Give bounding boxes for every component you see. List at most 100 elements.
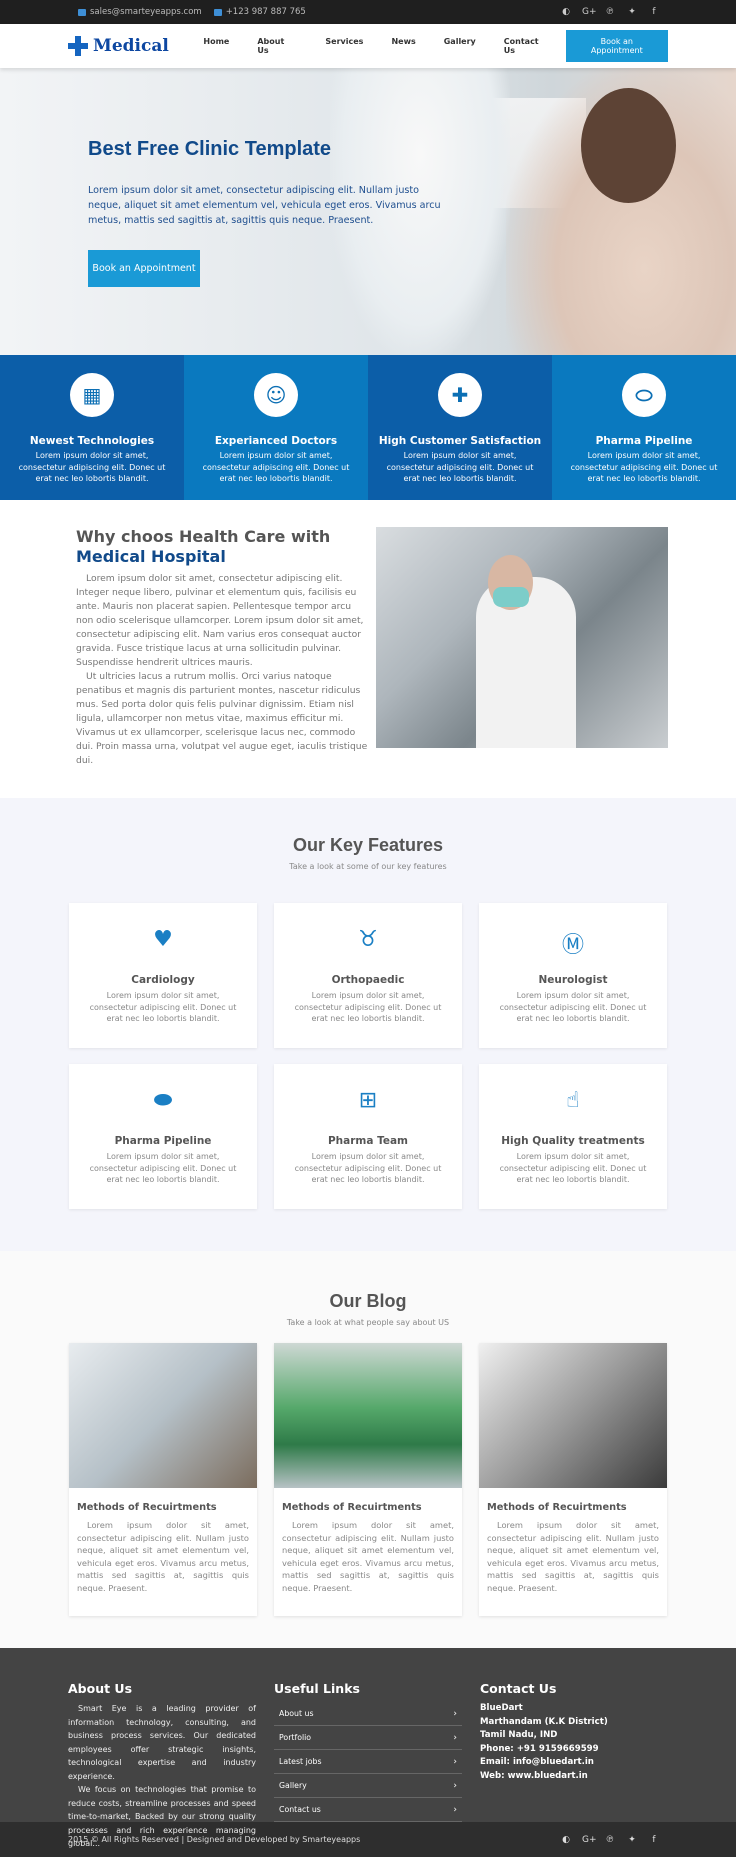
contact-phone[interactable]: Phone: +91 9159669599 xyxy=(480,1743,668,1757)
top-social-links: ◐ G+ ℗ ✦ f xyxy=(560,7,668,17)
strip-item-title: Pharma Pipeline xyxy=(595,435,693,447)
github-icon[interactable]: ◐ xyxy=(560,1835,572,1845)
ribbon-icon: ♉ xyxy=(358,927,378,952)
feature-card-high-quality: ☝ High Quality treatments Lorem ipsum do… xyxy=(479,1064,667,1209)
twitter-icon[interactable]: ✦ xyxy=(626,1835,638,1845)
blog-post-text: Lorem ipsum dolor sit amet, consectetur … xyxy=(282,1520,454,1593)
feature-card-text: Lorem ipsum dolor sit amet, consectetur … xyxy=(89,991,237,1023)
blog-post-title[interactable]: Methods of Recuirtments xyxy=(69,1488,257,1519)
brain-icon: Ⓜ xyxy=(561,933,584,958)
chevron-right-icon: › xyxy=(453,1756,457,1767)
nav-item-contact-us[interactable]: Contact Us xyxy=(490,37,566,55)
heartbeat-icon: ♥ xyxy=(153,927,173,952)
facebook-icon[interactable]: f xyxy=(648,7,660,17)
blog-post-text: Lorem ipsum dolor sit amet, consectetur … xyxy=(77,1520,249,1593)
phone-icon xyxy=(213,8,222,16)
github-icon[interactable]: ◐ xyxy=(560,7,572,17)
book-appointment-nav-button[interactable]: Book an Appointment xyxy=(565,30,668,62)
strip-item-text: Lorem ipsum dolor sit amet, consectetur … xyxy=(386,451,534,483)
feature-card-text: Lorem ipsum dolor sit amet, consectetur … xyxy=(294,1152,442,1184)
blog-post-image xyxy=(479,1343,667,1488)
footer-link-about-us[interactable]: About us › xyxy=(274,1702,462,1726)
hero-book-appointment-button[interactable]: Book an Appointment xyxy=(88,250,200,287)
contact-company: BlueDart xyxy=(480,1703,523,1713)
why-paragraph: Ut ultricies lacus a rutrum mollis. Orci… xyxy=(76,671,368,766)
feature-card-title: Pharma Pipeline xyxy=(114,1135,212,1147)
feature-card-text: Lorem ipsum dolor sit amet, consectetur … xyxy=(294,991,442,1023)
contact-region: Tamil Nadu, IND xyxy=(480,1730,558,1740)
strip-item-newest-technologies: ▦ Newest Technologies Lorem ipsum dolor … xyxy=(0,355,184,500)
footer-link-gallery[interactable]: Gallery › xyxy=(274,1774,462,1798)
why-choose-section: Why choos Health Care with Medical Hospi… xyxy=(0,500,736,798)
hero-title: Best Free Clinic Template xyxy=(88,138,332,160)
site-logo[interactable]: Medical xyxy=(68,36,187,56)
nav-item-home[interactable]: Home xyxy=(189,37,243,55)
hospital-icon: ▦ xyxy=(70,373,114,417)
blog-post[interactable]: Methods of Recuirtments Lorem ipsum dolo… xyxy=(274,1343,462,1616)
chevron-right-icon: › xyxy=(453,1732,457,1743)
pills-icon: ⬭ xyxy=(622,373,666,417)
google-plus-icon[interactable]: G+ xyxy=(582,7,597,17)
footer-heading: Useful Links xyxy=(274,1681,360,1696)
blog-post-image xyxy=(69,1343,257,1488)
pills-icon: ⬬ xyxy=(153,1088,173,1113)
blog-post-title[interactable]: Methods of Recuirtments xyxy=(274,1488,462,1519)
feature-card-title: Cardiology xyxy=(131,974,195,986)
blog-post[interactable]: Methods of Recuirtments Lorem ipsum dolo… xyxy=(69,1343,257,1616)
nav-menu: Home About Us Services News Gallery Cont… xyxy=(189,37,565,55)
feature-card-text: Lorem ipsum dolor sit amet, consectetur … xyxy=(499,1152,647,1184)
twitter-icon[interactable]: ✦ xyxy=(626,7,638,17)
blog-post-image xyxy=(274,1343,462,1488)
pinterest-icon[interactable]: ℗ xyxy=(604,1835,616,1845)
contact-email[interactable]: Email: info@bluedart.in xyxy=(480,1756,668,1770)
lab-doctor-image xyxy=(376,527,668,748)
blog-section: Our Blog Take a look at what people say … xyxy=(0,1251,736,1648)
main-navigation: Medical Home About Us Services News Gall… xyxy=(0,24,736,68)
feature-card-neurologist: Ⓜ Neurologist Lorem ipsum dolor sit amet… xyxy=(479,903,667,1048)
footer-link-portfolio[interactable]: Portfolio › xyxy=(274,1726,462,1750)
strip-item-title: High Customer Satisfaction xyxy=(378,435,542,447)
nav-item-about-us[interactable]: About Us xyxy=(243,37,311,55)
footer-about-text: Smart Eye is a leading provider of infor… xyxy=(68,1704,256,1781)
medkit-icon: ✚ xyxy=(438,373,482,417)
nav-item-gallery[interactable]: Gallery xyxy=(430,37,490,55)
thumbs-up-icon: ☝ xyxy=(566,1088,580,1113)
hero-description: Lorem ipsum dolor sit amet, consectetur … xyxy=(88,185,441,226)
nav-item-news[interactable]: News xyxy=(377,37,429,55)
doctor-icon: ☺ xyxy=(254,373,298,417)
feature-card-cardiology: ♥ Cardiology Lorem ipsum dolor sit amet,… xyxy=(69,903,257,1048)
feature-card-text: Lorem ipsum dolor sit amet, consectetur … xyxy=(499,991,647,1023)
feature-card-pharma-team: ⊞ Pharma Team Lorem ipsum dolor sit amet… xyxy=(274,1064,462,1209)
feature-card-text: Lorem ipsum dolor sit amet, consectetur … xyxy=(89,1152,237,1184)
nav-item-services[interactable]: Services xyxy=(311,37,377,55)
chevron-right-icon: › xyxy=(453,1780,457,1791)
footer-heading: About Us xyxy=(68,1681,133,1696)
footer: About Us Smart Eye is a leading provider… xyxy=(0,1648,736,1848)
strip-item-text: Lorem ipsum dolor sit amet, consectetur … xyxy=(570,451,718,483)
email-contact[interactable]: sales@smarteyeapps.com xyxy=(78,7,202,17)
chevron-right-icon: › xyxy=(453,1708,457,1719)
pinterest-icon[interactable]: ℗ xyxy=(604,7,616,17)
blog-post-title[interactable]: Methods of Recuirtments xyxy=(479,1488,667,1519)
blog-post-text: Lorem ipsum dolor sit amet, consectetur … xyxy=(487,1520,659,1593)
strip-item-text: Lorem ipsum dolor sit amet, consectetur … xyxy=(18,451,166,483)
face-mask-image xyxy=(493,587,529,607)
strip-item-text: Lorem ipsum dolor sit amet, consectetur … xyxy=(202,451,350,483)
footer-heading: Contact Us xyxy=(480,1681,557,1696)
contact-web[interactable]: Web: www.bluedart.in xyxy=(480,1770,668,1784)
footer-link-latest-jobs[interactable]: Latest jobs › xyxy=(274,1750,462,1774)
logo-text: Medical xyxy=(93,36,169,56)
chevron-right-icon: › xyxy=(453,1804,457,1815)
google-plus-icon[interactable]: G+ xyxy=(582,1835,597,1845)
key-features-section: Our Key Features Take a look at some of … xyxy=(0,798,736,1251)
feature-card-orthopaedic: ♉ Orthopaedic Lorem ipsum dolor sit amet… xyxy=(274,903,462,1048)
hero-banner: Best Free Clinic Template Lorem ipsum do… xyxy=(0,68,736,355)
blog-post[interactable]: Methods of Recuirtments Lorem ipsum dolo… xyxy=(479,1343,667,1616)
medical-cross-icon xyxy=(68,36,88,56)
footer-link-contact-us[interactable]: Contact us › xyxy=(274,1798,462,1822)
facebook-icon[interactable]: f xyxy=(648,1835,660,1845)
top-bar: sales@smarteyeapps.com +123 987 887 765 … xyxy=(0,0,736,24)
feature-card-title: Pharma Team xyxy=(327,1135,409,1147)
feature-card-title: Neurologist xyxy=(538,974,608,986)
phone-contact[interactable]: +123 987 887 765 xyxy=(213,7,306,17)
